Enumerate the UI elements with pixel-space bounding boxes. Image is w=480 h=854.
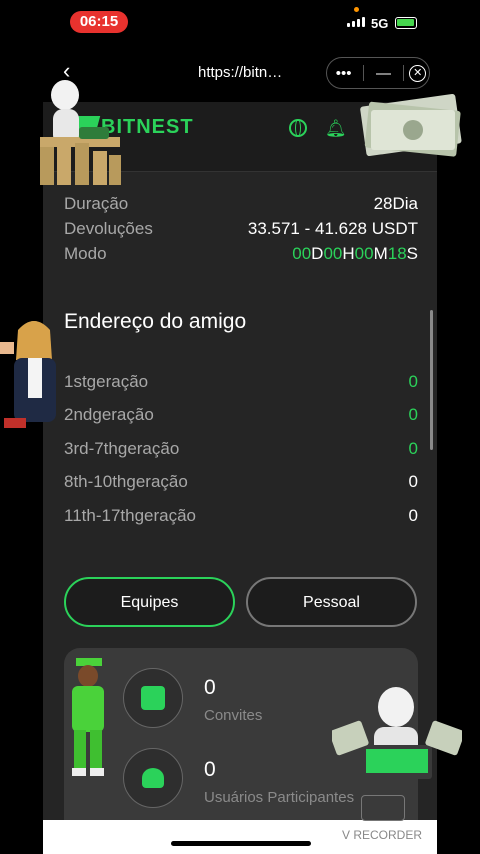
generation-row: 3rd-7thgeração 0 bbox=[64, 439, 418, 459]
bell-icon[interactable]: 🔔︎ bbox=[325, 119, 347, 139]
lightning-icon bbox=[141, 686, 165, 710]
generation-count: 0 bbox=[408, 405, 418, 424]
info-label: Modo bbox=[64, 244, 107, 263]
generation-count: 0 bbox=[408, 439, 418, 458]
status-time: 06:15 bbox=[70, 11, 128, 33]
url-text[interactable]: https://bitn… bbox=[198, 64, 282, 81]
info-row-returns: Devoluções 33.571 - 41.628 USDT bbox=[64, 219, 418, 239]
participants-label: Usuários Participantes bbox=[204, 789, 355, 806]
close-icon[interactable]: ✕ bbox=[409, 64, 427, 82]
scrollbar[interactable] bbox=[430, 310, 433, 450]
generation-row: 8th-10thgeração 0 bbox=[64, 472, 418, 492]
network-type: 5G bbox=[371, 16, 389, 31]
generation-row: 11th-17thgeração 0 bbox=[64, 506, 418, 526]
generation-label: 2ndgeração bbox=[64, 405, 154, 424]
generation-row: 1stgeração 0 bbox=[64, 372, 418, 392]
tab-personal[interactable]: Pessoal bbox=[246, 577, 417, 627]
info-row-duration: Duração 28Dia bbox=[64, 194, 418, 214]
generation-label: 8th-10thgeração bbox=[64, 472, 188, 491]
generation-count: 0 bbox=[408, 472, 418, 491]
timer-seconds: 18 bbox=[387, 244, 407, 263]
timer-minutes-unit: M bbox=[373, 244, 388, 263]
tab-teams[interactable]: Equipes bbox=[64, 577, 235, 627]
capsule-divider bbox=[402, 65, 404, 81]
white-figure-money-sticker bbox=[40, 80, 121, 185]
generation-label: 1stgeração bbox=[64, 372, 149, 391]
timer-minutes: 00 bbox=[354, 244, 374, 263]
generation-row: 2ndgeração 0 bbox=[64, 405, 418, 425]
timer-seconds-unit: S bbox=[406, 244, 418, 263]
timer-hours: 00 bbox=[323, 244, 343, 263]
info-label: Duração bbox=[64, 194, 129, 213]
timer-hours-unit: H bbox=[342, 244, 355, 263]
countdown-timer: 00D00H00M18S bbox=[292, 244, 418, 264]
privacy-indicator-dot bbox=[354, 7, 359, 12]
invite-stat-icon bbox=[123, 668, 183, 728]
info-value: 33.571 - 41.628 USDT bbox=[247, 219, 418, 238]
generation-label: 3rd-7thgeração bbox=[64, 439, 180, 458]
gangster-figure-sticker bbox=[72, 658, 104, 776]
info-row-mode: Modo 00D00H00M18S bbox=[64, 244, 418, 264]
timer-days-unit: D bbox=[311, 244, 324, 263]
info-label: Devoluções bbox=[64, 219, 153, 238]
recorder-watermark: V RECORDER bbox=[342, 828, 423, 842]
users-icon bbox=[142, 768, 164, 788]
generation-label: 11th-17thgeração bbox=[64, 506, 197, 525]
home-indicator[interactable] bbox=[171, 841, 311, 846]
generation-count: 0 bbox=[408, 372, 418, 391]
status-bar: 06:15 5G bbox=[43, 0, 437, 44]
friends-section-title: Endereço do amigo bbox=[64, 310, 247, 333]
globe-icon[interactable] bbox=[289, 119, 307, 137]
minimize-icon[interactable]: — bbox=[369, 65, 397, 82]
invites-label: Convites bbox=[204, 707, 263, 724]
participants-count: 0 bbox=[204, 758, 216, 781]
invites-count: 0 bbox=[204, 676, 216, 699]
timer-days: 00 bbox=[292, 244, 312, 263]
battery-icon bbox=[395, 17, 417, 29]
generation-count: 0 bbox=[408, 506, 418, 525]
money-stack-sticker bbox=[360, 93, 462, 157]
screen-recorder-icon bbox=[361, 795, 405, 821]
more-menu-icon[interactable]: ••• bbox=[330, 65, 358, 82]
woman-sticker bbox=[0, 321, 56, 428]
participants-stat-icon bbox=[123, 748, 183, 808]
miniapp-capsule: ••• — ✕ bbox=[326, 57, 430, 89]
white-figure-laptop-money-sticker bbox=[332, 687, 462, 779]
info-value: 28Dia bbox=[373, 194, 418, 213]
signal-icon bbox=[347, 17, 365, 27]
capsule-divider bbox=[363, 65, 365, 81]
